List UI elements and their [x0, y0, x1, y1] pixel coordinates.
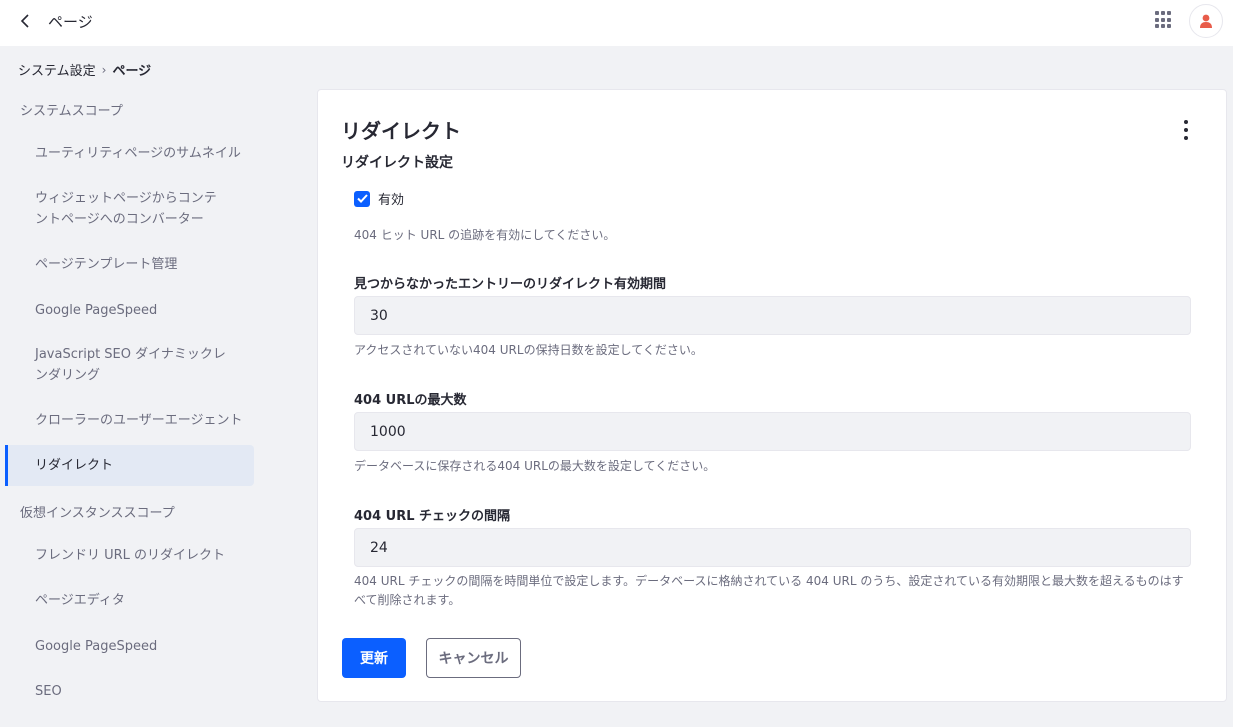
- check-interval-help-text: 404 URL チェックの間隔を時間単位で設定します。データベースに格納されてい…: [354, 574, 1184, 607]
- cancel-button[interactable]: キャンセル: [426, 638, 521, 678]
- avatar[interactable]: [1189, 4, 1223, 38]
- sidebar-item-label: クローラーのユーザーエージェント: [35, 413, 243, 428]
- sidebar-item-page-template[interactable]: ページテンプレート管理: [5, 254, 254, 275]
- back-button[interactable]: [14, 10, 36, 32]
- sidebar-item-label: JavaScript SEO ダイナミックレンダリング: [35, 347, 226, 383]
- sidebar-item-label: SEO: [35, 684, 62, 699]
- options-button[interactable]: [1178, 120, 1194, 140]
- expiration-label: 見つからなかったエントリーのリダイレクト有効期間: [354, 277, 667, 292]
- breadcrumb-current: ページ: [112, 64, 152, 79]
- redirect-settings-card: リダイレクト リダイレクト設定 有効 404 ヒット URL の追跡を有効にして…: [317, 89, 1227, 702]
- checkbox-box[interactable]: [354, 190, 370, 207]
- max-urls-help-text: データベースに保存される404 URLの最大数を設定してください。: [354, 459, 716, 473]
- checkbox-label: 有効: [378, 193, 405, 208]
- breadcrumb: システム設定 › ページ: [18, 60, 152, 80]
- sidebar-item-thumbnail[interactable]: ユーティリティページのサムネイル: [5, 143, 254, 164]
- sidebar-item-javascript-seo[interactable]: JavaScript SEO ダイナミックレンダリング: [5, 344, 254, 386]
- sidebar-item-label: Google PageSpeed: [35, 303, 158, 318]
- sidebar-item-label: ユーティリティページのサムネイル: [35, 146, 241, 161]
- grid-icon: [1155, 11, 1159, 15]
- sidebar-item-label: ページテンプレート管理: [35, 257, 178, 272]
- check-icon: [356, 194, 368, 203]
- enabled-checkbox[interactable]: 有効: [354, 189, 404, 208]
- kebab-icon: [1184, 120, 1188, 124]
- apps-button[interactable]: [1155, 11, 1173, 29]
- sidebar-item-redirect[interactable]: リダイレクト: [5, 445, 254, 486]
- expiration-help-text: アクセスされていない404 URLの保持日数を設定してください。: [354, 343, 703, 357]
- page-title: ページ: [48, 13, 93, 31]
- expiration-input[interactable]: [354, 296, 1191, 335]
- chevron-left-icon: [20, 14, 29, 28]
- sidebar-item-label: ウィジェットページからコンテントページへのコンバーター: [35, 191, 217, 227]
- max-urls-input[interactable]: [354, 412, 1191, 451]
- sidebar-item-converter[interactable]: ウィジェットページからコンテントページへのコンバーター: [5, 188, 254, 230]
- sidebar-item-google-pagespeed-instance[interactable]: Google PageSpeed: [5, 636, 254, 657]
- section-title: リダイレクト設定: [341, 155, 453, 171]
- sidebar-item-seo[interactable]: SEO: [5, 681, 254, 702]
- card-title: リダイレクト: [341, 119, 461, 143]
- sidebar-item-friendly-url-redirect[interactable]: フレンドリ URL のリダイレクト: [5, 545, 254, 566]
- sidebar-item-label: Google PageSpeed: [35, 639, 158, 654]
- breadcrumb-parent[interactable]: システム設定: [18, 60, 96, 79]
- check-interval-label: 404 URL チェックの間隔: [354, 509, 511, 524]
- top-bar: ページ: [0, 0, 1233, 46]
- enabled-help-text: 404 ヒット URL の追跡を有効にしてください。: [354, 228, 616, 242]
- chevron-right-icon: ›: [101, 62, 107, 77]
- save-button[interactable]: 更新: [342, 638, 406, 678]
- sidebar-item-page-editor[interactable]: ページエディタ: [5, 590, 254, 611]
- system-scope-title: システムスコープ: [20, 104, 123, 119]
- user-icon: [1200, 14, 1212, 28]
- max-urls-label: 404 URLの最大数: [354, 393, 467, 408]
- instance-scope-title: 仮想インスタンススコープ: [20, 506, 175, 521]
- sidebar-item-label: リダイレクト: [35, 458, 114, 473]
- sidebar-item-crawler-user-agent[interactable]: クローラーのユーザーエージェント: [5, 410, 254, 431]
- sidebar-item-google-pagespeed[interactable]: Google PageSpeed: [5, 300, 254, 321]
- sidebar-item-label: フレンドリ URL のリダイレクト: [35, 548, 226, 563]
- sidebar-item-label: ページエディタ: [35, 593, 125, 608]
- check-interval-input[interactable]: [354, 528, 1191, 567]
